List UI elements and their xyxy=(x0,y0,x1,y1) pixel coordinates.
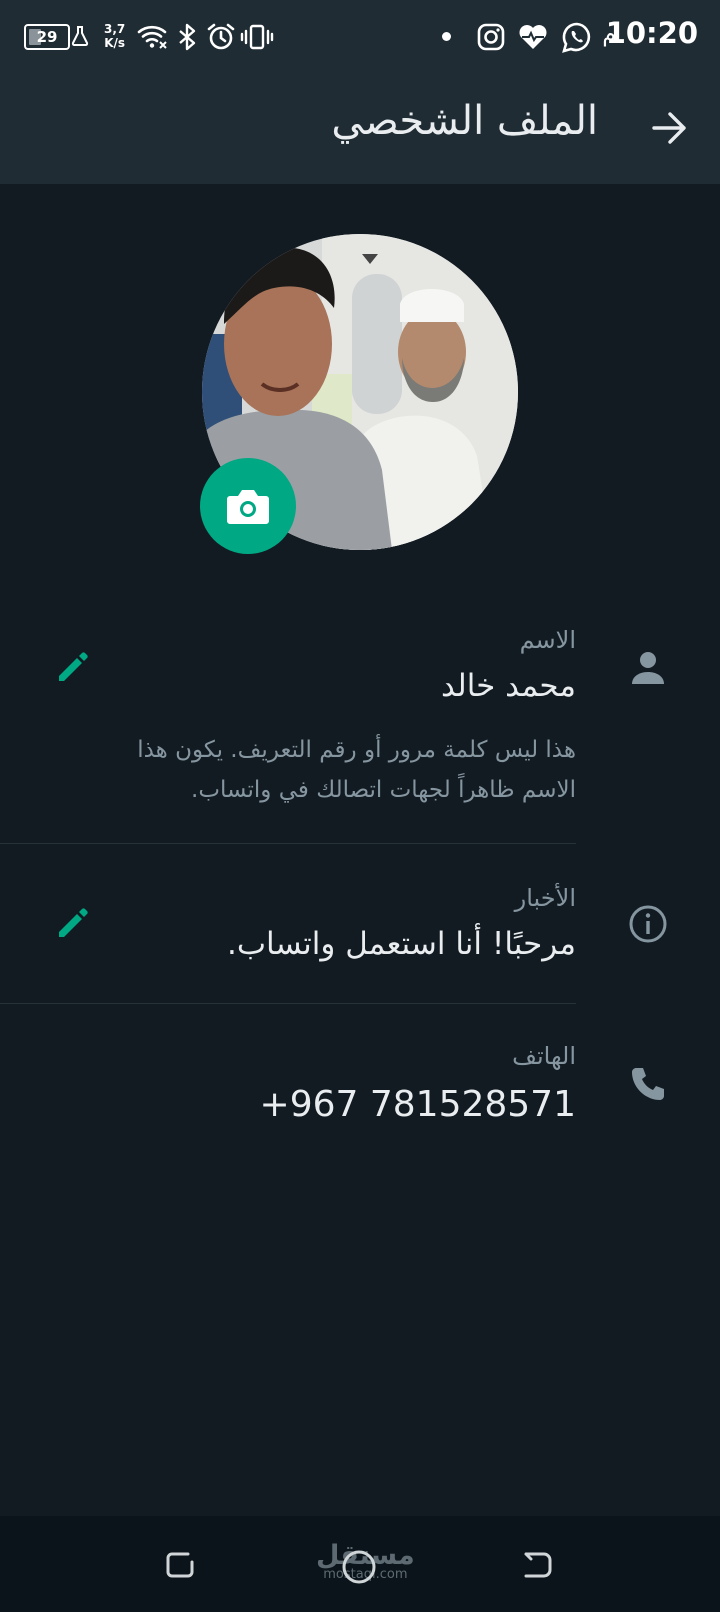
health-heart-icon xyxy=(519,25,547,49)
recents-button[interactable] xyxy=(162,1546,198,1582)
person-icon xyxy=(632,652,664,684)
vibrate-icon xyxy=(240,24,274,50)
battery-percent: 29 xyxy=(36,28,58,46)
about-label: الأخبار xyxy=(514,884,576,912)
home-button[interactable] xyxy=(340,1548,378,1586)
name-value[interactable]: محمد خالد xyxy=(441,668,576,704)
change-photo-button[interactable] xyxy=(200,458,296,554)
network-speed-value: 3,7 xyxy=(104,22,126,36)
alarm-icon xyxy=(207,23,235,50)
wifi-icon xyxy=(137,25,167,49)
name-label: الاسم xyxy=(519,626,576,654)
phone-label: الهاتف xyxy=(512,1042,576,1070)
instagram-icon xyxy=(477,23,505,51)
phone-icon xyxy=(632,1068,664,1100)
pencil-icon[interactable] xyxy=(54,904,92,942)
flask-icon xyxy=(71,26,89,46)
camera-icon xyxy=(227,490,269,524)
whatsapp-icon xyxy=(562,22,591,53)
phone-value: +967 781528571 xyxy=(259,1084,576,1125)
bluetooth-icon xyxy=(179,23,196,51)
battery-icon: 29 xyxy=(24,24,70,50)
name-hint: هذا ليس كلمة مرور أو رقم التعريف. يكون ه… xyxy=(137,737,576,803)
notification-dot xyxy=(442,32,451,41)
back-button[interactable] xyxy=(520,1546,556,1582)
about-value[interactable]: مرحبًا! أنا استعمل واتساب. xyxy=(227,926,576,962)
network-speed-unit: K/s xyxy=(104,36,126,50)
page-title: الملف الشخصي xyxy=(331,98,598,144)
network-speed: 3,7 K/s xyxy=(104,22,125,50)
pencil-icon[interactable] xyxy=(54,648,92,686)
arrow-back-icon[interactable] xyxy=(648,106,692,150)
divider xyxy=(0,843,576,844)
info-icon xyxy=(629,905,667,943)
divider xyxy=(0,1003,576,1004)
status-bar: 29 3,7 K/s م 10:20 xyxy=(0,0,720,74)
clock: 10:20 xyxy=(605,16,698,50)
